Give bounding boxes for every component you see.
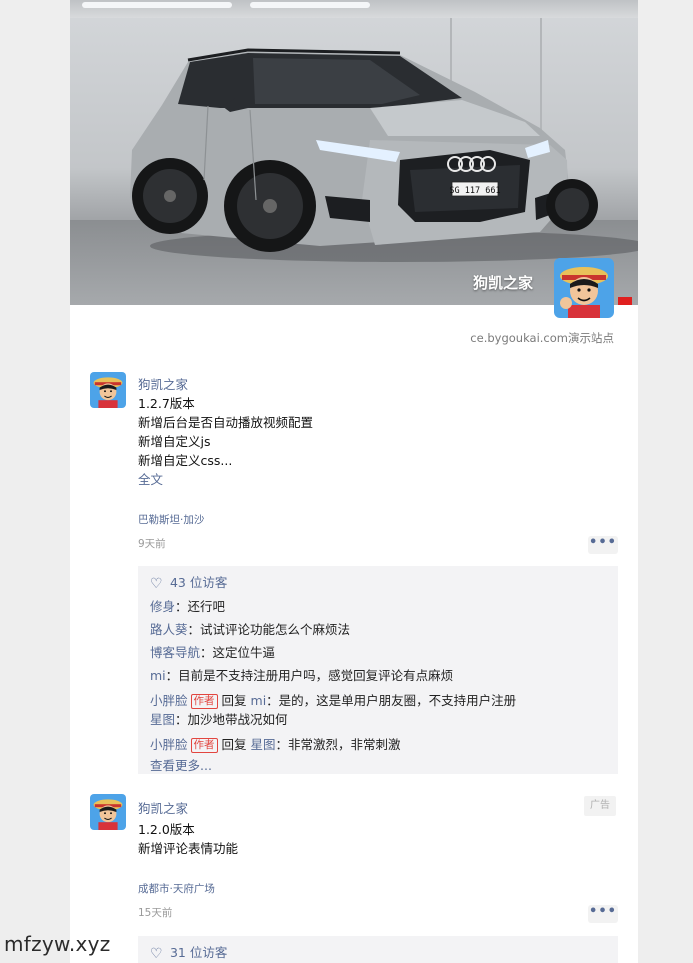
comment-item[interactable]: 修身：还行吧 — [150, 596, 225, 615]
likes-count: 31 位访客 — [169, 945, 228, 960]
reply-word: 回复 — [221, 693, 247, 708]
comment-text: ：是的，这是单用户朋友圈，不支持用户注册 — [266, 693, 517, 708]
comment-item[interactable]: 博客导航：这定位牛逼 — [150, 642, 275, 661]
reply-to[interactable]: 星图 — [251, 737, 276, 752]
post-text-line: 1.2.7版本 — [138, 396, 195, 411]
reply-item[interactable]: 小胖脸 作者 回复 mi：是的，这是单用户朋友圈，不支持用户注册 — [150, 690, 516, 709]
post-text-line: 新增自定义css... — [138, 453, 233, 468]
post-time: 9天前 — [138, 538, 166, 550]
cover-name: 狗凯之家 — [472, 274, 533, 292]
comment-author[interactable]: 小胖脸 — [150, 693, 188, 708]
luffy-avatar-icon — [90, 794, 126, 830]
likes-row[interactable]: ♡ 31 位访客 — [150, 942, 227, 962]
cover-image[interactable]: SG 117 661 狗凯之家 — [70, 0, 638, 305]
comment-item[interactable]: 路人葵：试试评论功能怎么个麻烦法 — [150, 619, 350, 638]
license-plate-text: SG 117 661 — [449, 186, 500, 196]
reply-word: 回复 — [221, 737, 247, 752]
comment-text: ：这定位牛逼 — [200, 645, 276, 660]
post-author[interactable]: 狗凯之家 — [138, 374, 188, 393]
comment-author[interactable]: 博客导航 — [150, 645, 200, 660]
full-text-link[interactable]: 全文 — [138, 469, 163, 488]
comment-text: ：目前是不支持注册用户吗，感觉回复评论有点麻烦 — [165, 668, 454, 683]
moments-page: SG 117 661 狗凯之家 ce.bygoukai.com演示站点 狗凯之家… — [70, 0, 638, 963]
likes-row[interactable]: ♡ 43 位访客 — [150, 572, 227, 592]
comment-author[interactable]: 小胖脸 — [150, 737, 188, 752]
watermark: mfzyw.xyz — [4, 932, 111, 956]
post-time: 15天前 — [138, 907, 173, 919]
post-text-line: 新增自定义js — [138, 434, 211, 449]
comments-panel: ♡ 31 位访客 — [138, 936, 618, 963]
heart-icon: ♡ — [150, 576, 163, 592]
car-illustration: SG 117 661 — [130, 48, 638, 262]
comment-author[interactable]: mi — [150, 668, 166, 683]
see-more-link[interactable]: 查看更多... — [150, 755, 212, 774]
reply-item[interactable]: 小胖脸 作者 回复 星图：非常激烈，非常刺激 — [150, 734, 401, 753]
author-badge: 作者 — [190, 738, 218, 753]
post-location[interactable]: 巴勒斯坦·加沙 — [138, 512, 204, 527]
site-link[interactable]: ce.bygoukai.com演示站点 — [470, 330, 614, 346]
post-text-line: 新增后台是否自动播放视频配置 — [138, 415, 314, 430]
heart-icon: ♡ — [150, 946, 163, 962]
post-avatar[interactable] — [90, 794, 126, 830]
luffy-avatar-icon — [554, 258, 614, 318]
comments-panel: ♡ 43 位访客 修身：还行吧 路人葵：试试评论功能怎么个麻烦法 博客导航：这定… — [138, 566, 618, 774]
comment-item[interactable]: 星图：加沙地带战况如何 — [150, 709, 288, 728]
reply-to[interactable]: mi — [251, 693, 267, 708]
comment-text: ：加沙地带战况如何 — [175, 712, 288, 727]
comment-author[interactable]: 星图 — [150, 712, 175, 727]
post-text-line: 新增评论表情功能 — [138, 841, 239, 856]
post-text-line: 1.2.0版本 — [138, 822, 195, 837]
luffy-avatar-icon — [90, 372, 126, 408]
cover-corner-mark — [618, 297, 632, 305]
comment-text: ：还行吧 — [175, 599, 226, 614]
more-actions-button[interactable]: ••• — [588, 536, 618, 554]
comment-author[interactable]: 路人葵 — [150, 622, 188, 637]
comment-item[interactable]: mi：目前是不支持注册用户吗，感觉回复评论有点麻烦 — [150, 665, 453, 684]
comment-author[interactable]: 修身 — [150, 599, 175, 614]
author-badge: 作者 — [190, 694, 218, 709]
post-location[interactable]: 成都市·天府广场 — [138, 881, 215, 896]
more-actions-button[interactable]: ••• — [588, 905, 618, 923]
comment-text: ：非常激烈，非常刺激 — [275, 737, 401, 752]
post-avatar[interactable] — [90, 372, 126, 408]
post-author[interactable]: 狗凯之家 — [138, 798, 188, 817]
ad-badge[interactable]: 广告 — [584, 796, 616, 816]
likes-count: 43 位访客 — [169, 575, 228, 590]
comment-text: ：试试评论功能怎么个麻烦法 — [187, 622, 351, 637]
profile-avatar[interactable] — [554, 258, 614, 318]
